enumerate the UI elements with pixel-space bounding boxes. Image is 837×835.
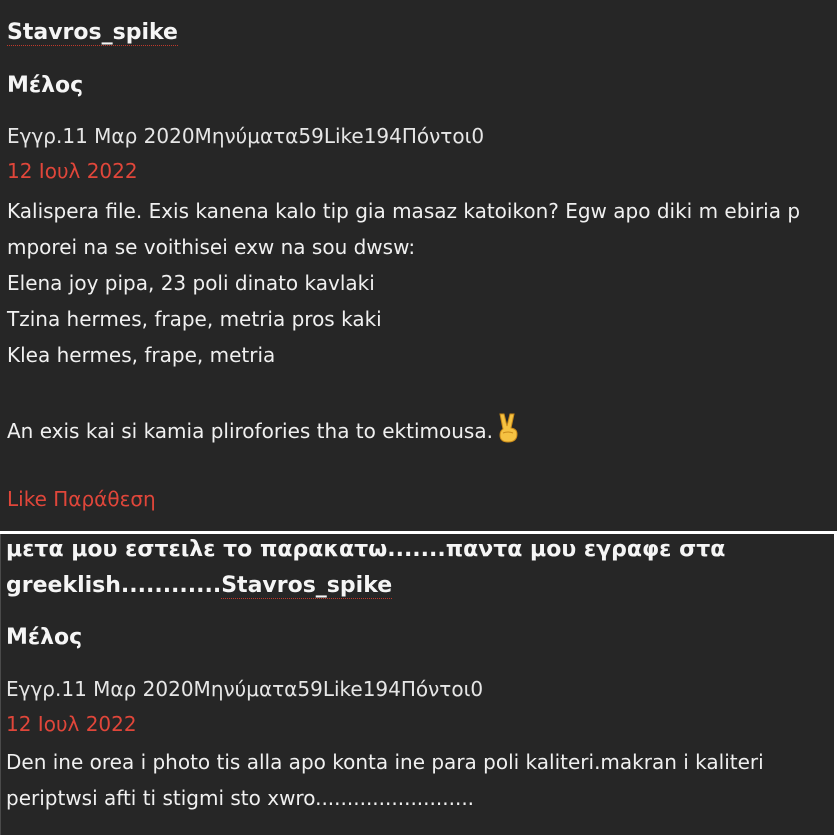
message-line: Klea hermes, frape, metria <box>7 343 276 367</box>
post-1-closing-line: An exis kai si kamia plirofories tha to … <box>7 412 521 449</box>
post-1-user-line: Stavros_spike <box>7 20 178 46</box>
post-1-actions: Like Παράθεση <box>7 487 156 511</box>
post-2-headline-line-2: greeklish............Stavros_spike <box>6 573 393 599</box>
message-line: Kalispera file. Exis kanena kalo tip gia… <box>7 199 801 223</box>
message-line: periptwsi afti ti stigmi sto xwro.......… <box>6 786 475 810</box>
like-link[interactable]: Like <box>7 487 47 511</box>
post-1-message: Kalispera file. Exis kanena kalo tip gia… <box>7 193 800 373</box>
message-line: Elena joy pipa, 23 poli dinato kavlaki <box>7 271 375 295</box>
message-line: Tzina hermes, frape, metria pros kaki <box>7 307 382 331</box>
message-line: mporei na se voithisei exw na sou dwsw: <box>7 235 416 259</box>
post-2-message: Den ine orea i photo tis alla apo konta … <box>6 744 764 816</box>
post-2-username-link[interactable]: Stavros_spike <box>221 573 393 599</box>
post-2-headline-line-1: μετα μου εστειλε το παρακατω.......παντα… <box>6 537 726 562</box>
post-2-user-role: Μέλος <box>6 625 83 650</box>
post-2-date[interactable]: 12 Ιουλ 2022 <box>6 712 137 736</box>
post-2-user-meta: Εγγρ.11 Μαρ 2020Μηνύματα59Like194Πόντοι0 <box>6 677 484 701</box>
closing-text: An exis kai si kamia plirofories tha to … <box>7 419 493 443</box>
headline-text: greeklish............ <box>6 573 222 598</box>
post-1-user-meta: Εγγρ.11 Μαρ 2020Μηνύματα59Like194Πόντοι0 <box>7 124 485 148</box>
message-line: Den ine orea i photo tis alla apo konta … <box>6 750 764 774</box>
post-1-date[interactable]: 12 Ιουλ 2022 <box>7 159 138 183</box>
post-2: μετα μου εστειλε το παρακατω.......παντα… <box>0 534 837 835</box>
post-1-user-role: Μέλος <box>7 73 84 98</box>
victory-hand-icon <box>495 412 521 444</box>
quote-link[interactable]: Παράθεση <box>53 487 156 511</box>
post-1: Stavros_spike Μέλος Εγγρ.11 Μαρ 2020Μηνύ… <box>0 0 837 531</box>
post-1-username-link[interactable]: Stavros_spike <box>7 20 178 46</box>
